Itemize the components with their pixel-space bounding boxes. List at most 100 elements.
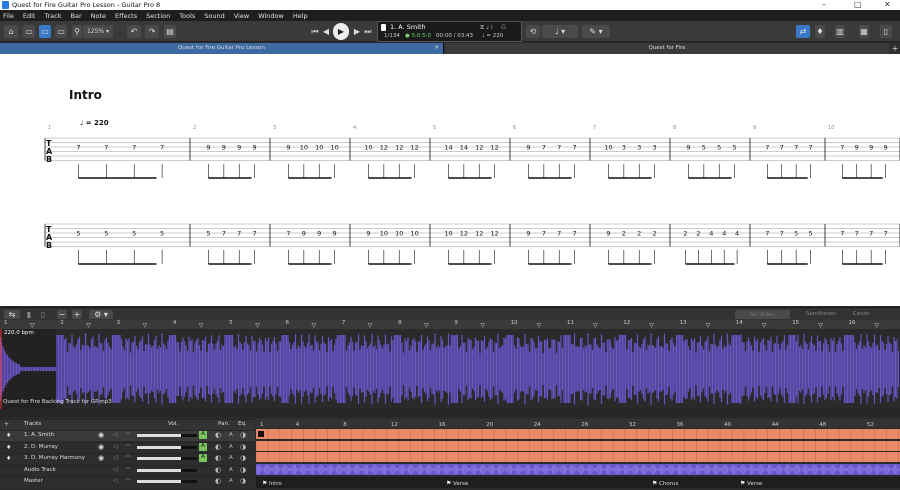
add-tab-icon[interactable]: +: [890, 43, 900, 54]
redo-icon[interactable]: ↷: [145, 25, 159, 38]
beat-marker-icon[interactable]: ▽: [255, 322, 260, 329]
tab-note[interactable]: 4: [709, 230, 713, 238]
tab-note[interactable]: 12: [380, 144, 388, 152]
tab-note[interactable]: 7: [855, 230, 859, 238]
mute-icon[interactable]: ◁: [113, 466, 118, 473]
undo-icon[interactable]: ↶: [127, 25, 141, 38]
automation-icon[interactable]: A: [229, 432, 233, 438]
eq-knob-icon[interactable]: ◑: [240, 431, 246, 439]
video-select[interactable]: No Video: [735, 310, 790, 319]
pan-knob-icon[interactable]: ◐: [215, 431, 221, 439]
tab-note[interactable]: 9: [884, 144, 888, 152]
solo-icon[interactable]: ⌒: [125, 454, 131, 463]
tempo-select[interactable]: ♩ ▾: [542, 25, 578, 38]
tab-note[interactable]: 10: [444, 230, 452, 238]
tab-note[interactable]: 5: [717, 144, 721, 152]
automation-icon[interactable]: A: [229, 478, 233, 484]
previous-bar-icon[interactable]: ◀: [321, 25, 331, 38]
beat-marker-icon[interactable]: ▽: [312, 322, 317, 329]
print-icon[interactable]: ▤: [164, 25, 176, 38]
tab-note[interactable]: 12: [410, 144, 418, 152]
beat-marker-icon[interactable]: ▽: [86, 322, 91, 329]
eq-knob-icon[interactable]: ◑: [240, 454, 246, 462]
add-track-icon[interactable]: +: [4, 421, 9, 428]
panel-toggle-icon[interactable]: ⇄: [796, 25, 810, 38]
tab-note[interactable]: 12: [490, 230, 498, 238]
tab-note[interactable]: 7: [76, 144, 80, 152]
menu-tools[interactable]: Tools: [179, 12, 195, 20]
automation-badge[interactable]: A: [199, 454, 207, 462]
tab-note[interactable]: 9: [317, 230, 321, 238]
tab-note[interactable]: 7: [573, 230, 577, 238]
last-bar-icon[interactable]: ⏭: [363, 25, 373, 38]
tab-note[interactable]: 7: [542, 144, 546, 152]
section-marker[interactable]: Chorus: [659, 481, 678, 487]
tab-note[interactable]: 7: [869, 230, 873, 238]
mute-icon[interactable]: ◁: [113, 431, 118, 438]
automation-badge[interactable]: A: [199, 442, 207, 451]
tab-note[interactable]: 2: [637, 230, 641, 238]
tab-note[interactable]: 9: [869, 144, 873, 152]
next-bar-icon[interactable]: ▶: [352, 25, 362, 38]
tab-note[interactable]: 10: [380, 230, 388, 238]
tab-note[interactable]: 7: [104, 144, 108, 152]
eq-knob-icon[interactable]: ◑: [240, 466, 246, 474]
beat-marker-icon[interactable]: ▽: [818, 322, 823, 329]
tab-note[interactable]: 10: [395, 230, 403, 238]
tab-note[interactable]: 7: [132, 144, 136, 152]
tab-note[interactable]: 5: [702, 144, 706, 152]
tab-note[interactable]: 5: [206, 230, 210, 238]
visibility-icon[interactable]: ◉: [98, 454, 104, 462]
automation-icon[interactable]: A: [229, 467, 233, 473]
tab-note[interactable]: 2: [653, 230, 657, 238]
tab-note[interactable]: 2: [696, 230, 700, 238]
tab-note[interactable]: 7: [809, 144, 813, 152]
home-icon[interactable]: ⌂: [4, 25, 18, 38]
tab-lesson[interactable]: Quest for Fire Guitar Pro Lesson ✕: [0, 43, 444, 54]
audio-ruler[interactable]: 1 ▽ 2 ▽ 3 ▽ 4 ▽ 5 ▽ 6 ▽ 7 ▽ 8 ▽ 9 ▽ 10 ▽ 11 ▽ 12 ▽ 13 ▽ 14 ▽ 15 ▽ 16 ▽: [0, 320, 900, 329]
tab-note[interactable]: 5: [132, 230, 136, 238]
menu-file[interactable]: File: [3, 12, 14, 20]
beat-marker-icon[interactable]: ▽: [706, 322, 711, 329]
track-row[interactable]: Audio Track ◁ ⌒ ◐ A ◑: [0, 464, 255, 476]
marker-flag-icon[interactable]: ⚑: [652, 480, 657, 487]
tab-note[interactable]: 7: [780, 144, 784, 152]
marker-flag-icon[interactable]: ⚑: [262, 480, 267, 487]
tab-note[interactable]: 2: [683, 230, 687, 238]
screen-view-icon[interactable]: ▭: [55, 25, 67, 38]
mute-icon[interactable]: ◁: [113, 454, 118, 461]
track-row[interactable]: ♦ 3. D. Murray Harmony ◉ ◁ ⌒ A ◐ A ◑: [0, 453, 255, 464]
tab-note[interactable]: 7: [573, 144, 577, 152]
beat-marker-icon[interactable]: ▽: [368, 322, 373, 329]
tab-note[interactable]: 9: [333, 230, 337, 238]
tab-note[interactable]: 10: [364, 144, 372, 152]
menu-track[interactable]: Track: [44, 12, 61, 20]
tab-note[interactable]: 7: [840, 230, 844, 238]
loop-icon[interactable]: ⟲: [526, 25, 540, 38]
automation-icon[interactable]: A: [229, 455, 233, 461]
menu-section[interactable]: Section: [146, 12, 170, 20]
score-view[interactable]: Intro ♩ = 220 T A B 7 7 7 7 1 9 9 9 9 2 9 10 10 10 3 10 12 1…: [0, 54, 900, 306]
mute-icon[interactable]: ◁: [113, 443, 118, 450]
instrument-icon[interactable]: ♦: [815, 25, 825, 38]
tab-note[interactable]: 5: [733, 144, 737, 152]
solo-icon[interactable]: ⌒: [125, 443, 131, 452]
track-row[interactable]: Master ◁ ⌒ ◐ A ◑: [0, 476, 255, 487]
audio-waveform[interactable]: 220.0 bpm: [0, 329, 900, 409]
menu-edit[interactable]: Edit: [23, 12, 36, 20]
beat-marker-icon[interactable]: ▽: [649, 322, 654, 329]
beat-marker-icon[interactable]: ▽: [593, 322, 598, 329]
zoom-in-icon[interactable]: +: [72, 310, 82, 319]
beat-marker-icon[interactable]: ▽: [875, 322, 880, 329]
tab-note[interactable]: 5: [809, 230, 813, 238]
tab-note[interactable]: 7: [794, 144, 798, 152]
volume-slider[interactable]: [137, 445, 197, 449]
tab-note[interactable]: 9: [237, 144, 241, 152]
tab-note[interactable]: 9: [286, 144, 290, 152]
minimize-icon[interactable]: –: [822, 0, 826, 10]
tab-note[interactable]: 10: [604, 144, 612, 152]
beat-marker-icon[interactable]: ▽: [480, 322, 485, 329]
tab-note[interactable]: 7: [160, 144, 164, 152]
tab-note[interactable]: 5: [160, 230, 164, 238]
automation-icon[interactable]: A: [229, 444, 233, 450]
